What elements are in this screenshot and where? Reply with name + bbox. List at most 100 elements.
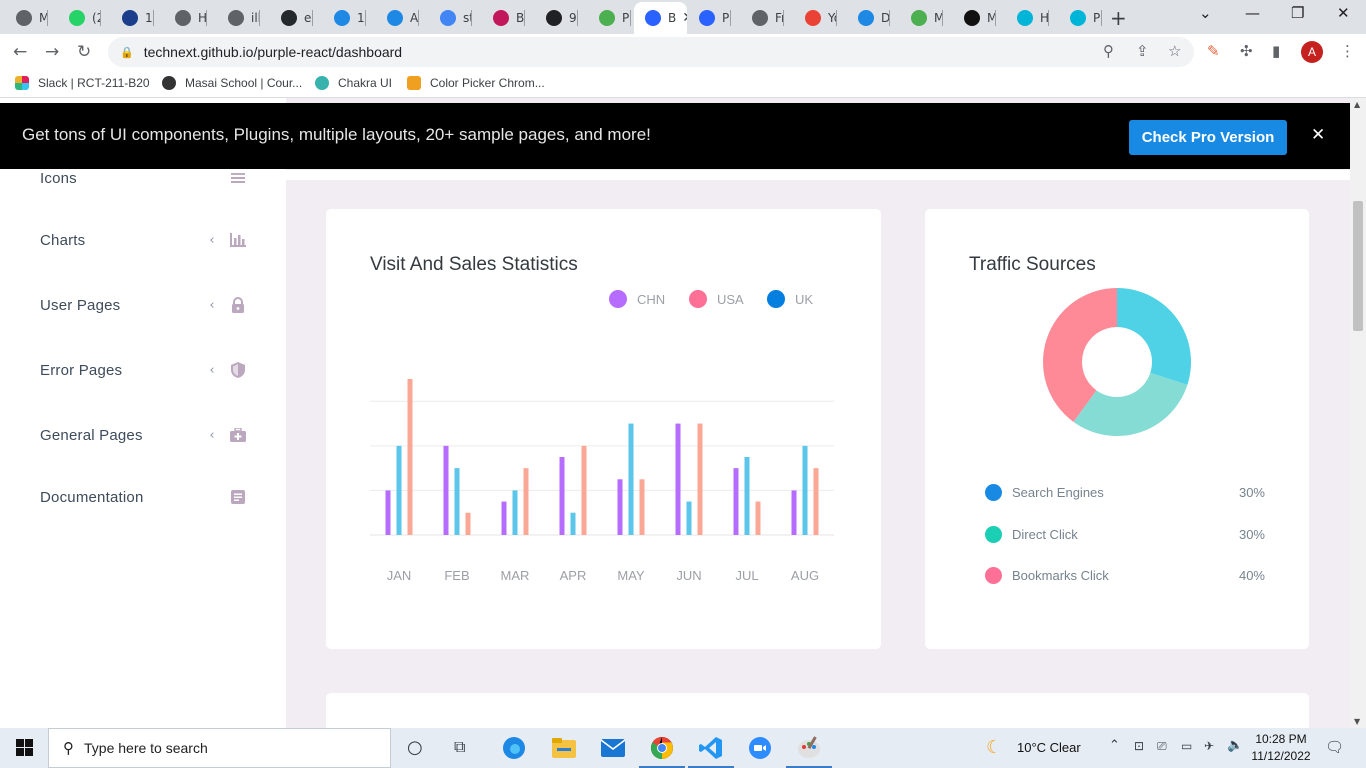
windows-start-icon[interactable] xyxy=(16,739,33,760)
sidebar-item-icons[interactable]: Icons xyxy=(40,166,246,190)
bar-usa[interactable] xyxy=(454,468,460,535)
bar-chn[interactable] xyxy=(443,445,449,535)
forward-icon[interactable]: → xyxy=(45,42,59,62)
bookmark-color-picker[interactable]: Color Picker Chrom... xyxy=(407,76,545,90)
taskbar-chrome-icon[interactable] xyxy=(639,735,685,768)
scroll-down-icon[interactable]: ▼ xyxy=(1354,717,1360,726)
close-tab-icon[interactable]: ✕ xyxy=(682,10,687,26)
bar-chn[interactable] xyxy=(733,468,739,535)
close-banner-icon[interactable]: ✕ xyxy=(1311,125,1325,145)
taskbar-zoom-icon[interactable] xyxy=(747,735,773,761)
address-bar[interactable]: 🔒 technext.github.io/purple-react/dashbo… xyxy=(108,37,1194,67)
close-window-icon[interactable]: ✕ xyxy=(1337,4,1350,22)
sidebar-item-documentation[interactable]: Documentation xyxy=(40,485,246,509)
tray-video-icon[interactable]: ⎚ xyxy=(1157,739,1167,754)
bar-usa[interactable] xyxy=(802,445,808,535)
bar-uk[interactable] xyxy=(581,445,587,535)
bar-chn[interactable] xyxy=(617,479,623,535)
browser-tab[interactable]: 16 xyxy=(111,5,154,30)
browser-tab[interactable]: M xyxy=(953,5,996,30)
browser-tab[interactable]: M xyxy=(5,5,48,30)
taskbar-mail-icon[interactable] xyxy=(600,735,626,761)
airplane-mode-icon[interactable]: ✈ xyxy=(1204,739,1214,753)
taskbar-edge-icon[interactable] xyxy=(501,735,527,761)
browser-tab[interactable]: Pu xyxy=(588,5,631,30)
page-scrollbar[interactable]: ▲ ▼ xyxy=(1350,98,1366,728)
browser-menu-icon[interactable]: ⋮ xyxy=(1340,42,1355,60)
bookmark-star-icon[interactable]: ☆ xyxy=(1168,42,1181,60)
browser-tab[interactable]: ele xyxy=(270,5,313,30)
browser-tab[interactable]: Ap xyxy=(376,5,419,30)
bar-usa[interactable] xyxy=(744,457,750,535)
check-pro-version-button[interactable]: Check Pro Version xyxy=(1129,120,1287,155)
taskbar-search-box[interactable]: ⚲ Type here to search xyxy=(48,728,391,768)
taskbar-clock[interactable]: 10:28 PM 11/12/2022 xyxy=(1250,731,1312,765)
bar-uk[interactable] xyxy=(407,379,413,535)
side-panel-icon[interactable]: ▮ xyxy=(1272,42,1280,60)
browser-tab[interactable]: illu xyxy=(217,5,260,30)
browser-tab[interactable]: (2) xyxy=(58,5,101,30)
reload-icon[interactable]: ↻ xyxy=(77,42,91,62)
scrollbar-thumb[interactable] xyxy=(1353,201,1363,331)
color-picker-extension-icon[interactable]: ✎ xyxy=(1207,42,1220,60)
bar-chn[interactable] xyxy=(791,490,797,535)
browser-tab[interactable]: HI xyxy=(164,5,207,30)
bar-chn[interactable] xyxy=(385,490,391,535)
tray-app-icon[interactable]: ⊡ xyxy=(1134,739,1144,753)
weather-text[interactable]: 10°C Clear xyxy=(1017,740,1081,755)
browser-tab[interactable]: 10 xyxy=(323,5,366,30)
cortana-icon[interactable]: ○ xyxy=(407,737,423,758)
bar-chn[interactable] xyxy=(501,501,507,535)
browser-tab[interactable]: Dc xyxy=(847,5,890,30)
bar-uk[interactable] xyxy=(639,479,645,535)
tab-search-chevron-icon[interactable]: ⌄ xyxy=(1199,4,1212,22)
bar-usa[interactable] xyxy=(628,423,634,535)
sidebar-item-general-pages[interactable]: General Pages ‹ xyxy=(40,423,246,447)
tray-chevron-up-icon[interactable]: ⌃ xyxy=(1109,738,1120,753)
browser-tab[interactable]: Pu xyxy=(1059,5,1102,30)
browser-tab[interactable]: Be xyxy=(482,5,525,30)
bar-uk[interactable] xyxy=(523,468,529,535)
volume-icon[interactable]: 🔈 xyxy=(1227,738,1243,753)
bar-chn[interactable] xyxy=(559,457,565,535)
bar-uk[interactable] xyxy=(697,423,703,535)
browser-tab[interactable]: Pu xyxy=(688,5,731,30)
bar-usa[interactable] xyxy=(570,512,576,535)
extensions-puzzle-icon[interactable]: ✣ xyxy=(1240,42,1253,60)
bookmark-chakra[interactable]: Chakra UI xyxy=(315,76,392,90)
bookmark-masai[interactable]: Masai School | Cour... xyxy=(162,76,302,90)
sidebar-item-error-pages[interactable]: Error Pages ‹ xyxy=(40,358,246,382)
task-view-icon[interactable]: ⧉ xyxy=(454,737,465,757)
bar-usa[interactable] xyxy=(512,490,518,535)
taskbar-vscode-icon[interactable] xyxy=(688,735,734,768)
sidebar-item-charts[interactable]: Charts ‹ xyxy=(40,228,246,252)
bookmark-slack[interactable]: Slack | RCT-211-B20 xyxy=(15,76,150,90)
back-icon[interactable]: ← xyxy=(13,42,27,62)
bar-chn[interactable] xyxy=(675,423,681,535)
browser-tab[interactable]: Fr xyxy=(741,5,784,30)
browser-tab[interactable]: Ho xyxy=(1006,5,1049,30)
taskbar-file-explorer-icon[interactable] xyxy=(551,735,577,761)
battery-icon[interactable]: ▭ xyxy=(1181,739,1192,753)
browser-tab[interactable]: Yo xyxy=(794,5,837,30)
browser-tab[interactable]: 93 xyxy=(535,5,578,30)
bar-uk[interactable] xyxy=(465,512,471,535)
browser-tab[interactable]: M xyxy=(900,5,943,30)
scroll-up-icon[interactable]: ▲ xyxy=(1354,100,1360,109)
profile-avatar[interactable]: A xyxy=(1301,41,1323,63)
taskbar-paint-icon[interactable] xyxy=(786,735,832,768)
bar-uk[interactable] xyxy=(755,501,761,535)
new-tab-button[interactable]: + xyxy=(1110,6,1127,30)
sidebar-item-user-pages[interactable]: User Pages ‹ xyxy=(40,293,246,317)
share-icon[interactable]: ⇪ xyxy=(1136,42,1149,60)
donut-slice-search-engines[interactable] xyxy=(1117,288,1191,385)
donut-slice-direct-click[interactable] xyxy=(1073,372,1188,436)
bar-usa[interactable] xyxy=(686,501,692,535)
bar-uk[interactable] xyxy=(813,468,819,535)
bar-usa[interactable] xyxy=(396,445,402,535)
notifications-icon[interactable]: 🗨 xyxy=(1325,738,1344,756)
zoom-icon[interactable]: ⚲ xyxy=(1103,42,1114,60)
browser-tab[interactable]: sta xyxy=(429,5,472,30)
maximize-icon[interactable]: ❐ xyxy=(1291,4,1304,22)
minimize-icon[interactable]: — xyxy=(1245,4,1260,22)
